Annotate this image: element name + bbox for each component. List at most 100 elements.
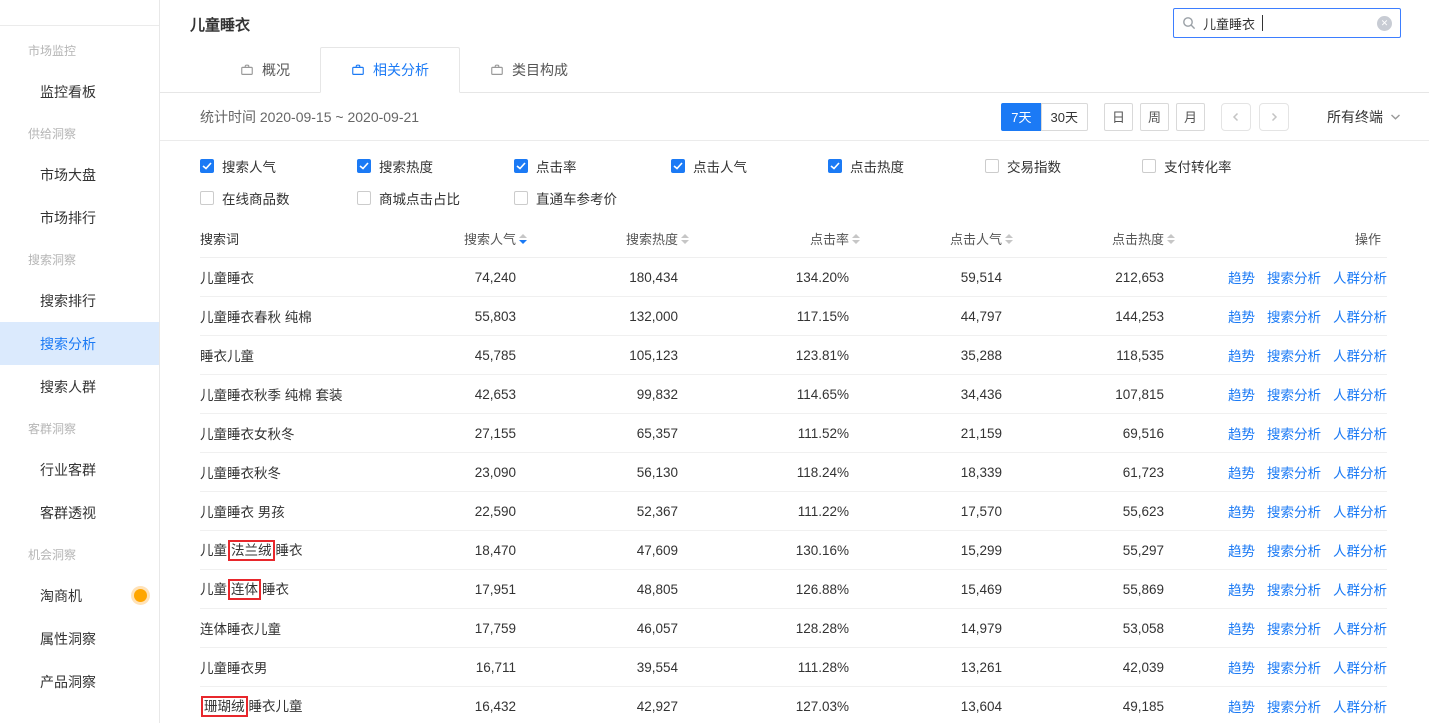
audience-analysis-link[interactable]: 人群分析: [1333, 657, 1387, 677]
filter-search-popularity[interactable]: 搜索人气: [200, 156, 357, 176]
search-analysis-link[interactable]: 搜索分析: [1267, 618, 1321, 638]
search-analysis-link[interactable]: 搜索分析: [1267, 657, 1321, 677]
sort-icon[interactable]: [852, 234, 861, 244]
search-analysis-link[interactable]: 搜索分析: [1267, 306, 1321, 326]
checkbox-search-popularity[interactable]: [200, 159, 214, 173]
clear-search-icon[interactable]: ✕: [1377, 16, 1392, 31]
audience-analysis-link[interactable]: 人群分析: [1333, 345, 1387, 365]
filter-ztc-reference-price[interactable]: 直通车参考价: [514, 188, 671, 208]
sidebar-item-search-audience[interactable]: 搜索人群: [0, 365, 159, 408]
trend-link[interactable]: 趋势: [1228, 384, 1255, 404]
search-analysis-link[interactable]: 搜索分析: [1267, 540, 1321, 560]
sort-icon[interactable]: [681, 234, 690, 244]
filter-payment-conversion[interactable]: 支付转化率: [1142, 156, 1299, 176]
trend-link[interactable]: 趋势: [1228, 657, 1255, 677]
audience-analysis-link[interactable]: 人群分析: [1333, 384, 1387, 404]
trend-link[interactable]: 趋势: [1228, 696, 1255, 716]
tab-category-composition[interactable]: 类目构成: [460, 47, 598, 93]
period-month-button[interactable]: 月: [1176, 103, 1205, 131]
col-click-heat[interactable]: 点击热度: [1014, 229, 1176, 248]
sort-icon[interactable]: [1005, 234, 1014, 244]
checkbox-online-products[interactable]: [200, 191, 214, 205]
audience-analysis-link[interactable]: 人群分析: [1333, 540, 1387, 560]
filter-transaction-index[interactable]: 交易指数: [985, 156, 1142, 176]
filter-label: 直通车参考价: [536, 188, 617, 208]
search-input[interactable]: 儿童睡衣: [1203, 14, 1255, 33]
search-analysis-link[interactable]: 搜索分析: [1267, 423, 1321, 443]
metric-value: 105,123: [528, 348, 690, 363]
range-7d-button[interactable]: 7天: [1001, 103, 1041, 131]
checkbox-click-popularity[interactable]: [671, 159, 685, 173]
trend-link[interactable]: 趋势: [1228, 267, 1255, 287]
sidebar-item-search-ranking[interactable]: 搜索排行: [0, 279, 159, 322]
filter-search-heat[interactable]: 搜索热度: [357, 156, 514, 176]
sidebar-item-search-analysis[interactable]: 搜索分析: [0, 322, 159, 365]
sidebar-item-market-ranking[interactable]: 市场排行: [0, 196, 159, 239]
terminal-select[interactable]: 所有终端: [1327, 107, 1401, 127]
metric-value: 15,299: [861, 543, 1014, 558]
range-30d-button[interactable]: 30天: [1041, 103, 1088, 131]
checkbox-payment-conversion[interactable]: [1142, 159, 1156, 173]
trend-link[interactable]: 趋势: [1228, 462, 1255, 482]
checkbox-transaction-index[interactable]: [985, 159, 999, 173]
sidebar-item-industry-audience[interactable]: 行业客群: [0, 448, 159, 491]
tab-related-analysis[interactable]: 相关分析: [320, 47, 460, 93]
sidebar-item-audience-perspective[interactable]: 客群透视: [0, 491, 159, 534]
sort-icon[interactable]: [1167, 234, 1176, 244]
period-day-button[interactable]: 日: [1104, 103, 1133, 131]
filter-label: 在线商品数: [222, 188, 290, 208]
period-week-button[interactable]: 周: [1140, 103, 1169, 131]
sidebar-item-monitor-board[interactable]: 监控看板: [0, 70, 159, 113]
search-analysis-link[interactable]: 搜索分析: [1267, 501, 1321, 521]
trend-link[interactable]: 趋势: [1228, 306, 1255, 326]
search-analysis-link[interactable]: 搜索分析: [1267, 462, 1321, 482]
col-click-popularity[interactable]: 点击人气: [861, 229, 1014, 248]
audience-analysis-link[interactable]: 人群分析: [1333, 423, 1387, 443]
sidebar-item-attribute-insight[interactable]: 属性洞察: [0, 617, 159, 660]
prev-page-button[interactable]: [1221, 103, 1251, 131]
sort-icon[interactable]: [519, 234, 528, 244]
trend-link[interactable]: 趋势: [1228, 540, 1255, 560]
tab-overview[interactable]: 概况: [210, 47, 320, 93]
checkbox-click-heat[interactable]: [828, 159, 842, 173]
col-search-heat[interactable]: 搜索热度: [528, 229, 690, 248]
metric-value: 17,570: [861, 504, 1014, 519]
trend-link[interactable]: 趋势: [1228, 345, 1255, 365]
audience-analysis-link[interactable]: 人群分析: [1333, 579, 1387, 599]
checkbox-click-rate[interactable]: [514, 159, 528, 173]
trend-link[interactable]: 趋势: [1228, 501, 1255, 521]
checkbox-mall-click-share[interactable]: [357, 191, 371, 205]
keyword-cell: 儿童连体睡衣: [200, 578, 390, 600]
next-page-button[interactable]: [1259, 103, 1289, 131]
trend-link[interactable]: 趋势: [1228, 579, 1255, 599]
audience-analysis-link[interactable]: 人群分析: [1333, 267, 1387, 287]
audience-analysis-link[interactable]: 人群分析: [1333, 696, 1387, 716]
search-analysis-link[interactable]: 搜索分析: [1267, 696, 1321, 716]
trend-link[interactable]: 趋势: [1228, 423, 1255, 443]
checkbox-search-heat[interactable]: [357, 159, 371, 173]
sidebar-item-tao-opportunity[interactable]: 淘商机: [0, 574, 159, 617]
col-keyword: 搜索词: [200, 229, 390, 248]
metric-value: 48,805: [528, 582, 690, 597]
audience-analysis-link[interactable]: 人群分析: [1333, 462, 1387, 482]
filter-click-heat[interactable]: 点击热度: [828, 156, 985, 176]
trend-link[interactable]: 趋势: [1228, 618, 1255, 638]
search-analysis-link[interactable]: 搜索分析: [1267, 384, 1321, 404]
col-click-rate[interactable]: 点击率: [690, 229, 861, 248]
audience-analysis-link[interactable]: 人群分析: [1333, 501, 1387, 521]
checkbox-ztc-reference-price[interactable]: [514, 191, 528, 205]
audience-analysis-link[interactable]: 人群分析: [1333, 306, 1387, 326]
audience-analysis-link[interactable]: 人群分析: [1333, 618, 1387, 638]
filter-click-rate[interactable]: 点击率: [514, 156, 671, 176]
search-analysis-link[interactable]: 搜索分析: [1267, 579, 1321, 599]
search-analysis-link[interactable]: 搜索分析: [1267, 267, 1321, 287]
filter-mall-click-share[interactable]: 商城点击占比: [357, 188, 514, 208]
search-box[interactable]: 儿童睡衣 ✕: [1173, 8, 1401, 38]
metric-value: 13,604: [861, 699, 1014, 714]
sidebar-item-market-overview[interactable]: 市场大盘: [0, 153, 159, 196]
col-search-popularity[interactable]: 搜索人气: [390, 229, 528, 248]
filter-click-popularity[interactable]: 点击人气: [671, 156, 828, 176]
search-analysis-link[interactable]: 搜索分析: [1267, 345, 1321, 365]
filter-online-products[interactable]: 在线商品数: [200, 188, 357, 208]
sidebar-item-product-insight[interactable]: 产品洞察: [0, 660, 159, 703]
